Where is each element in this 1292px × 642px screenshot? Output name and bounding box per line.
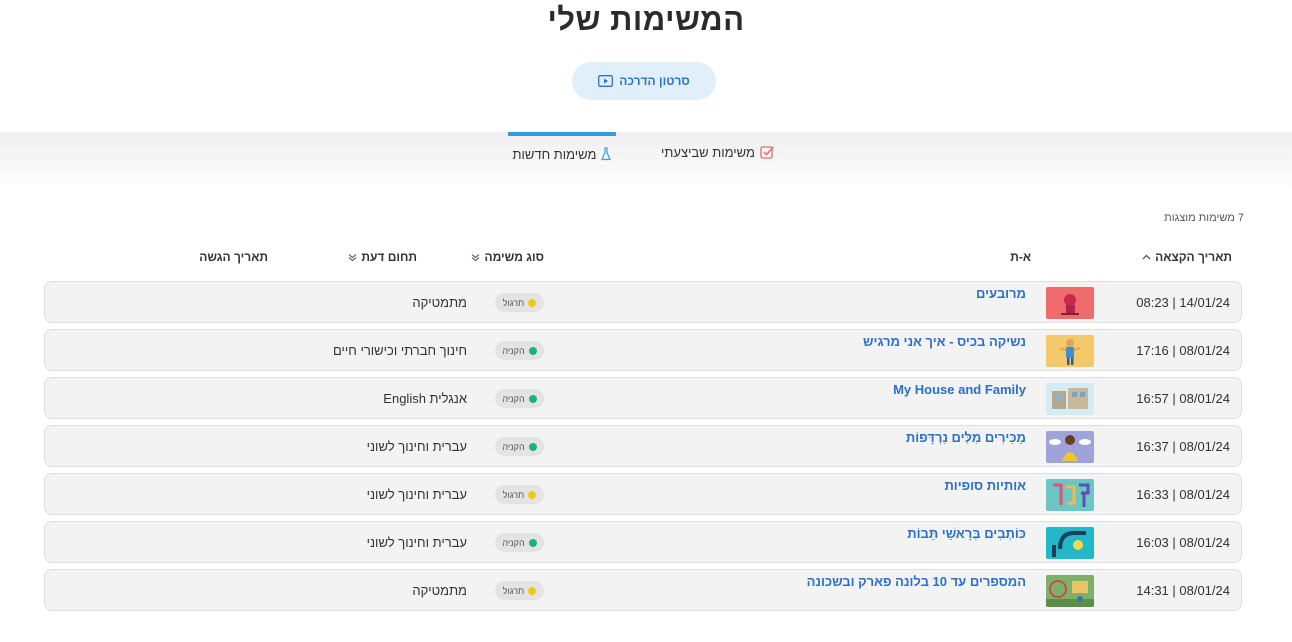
play-video-icon [598, 75, 614, 87]
status-dot [528, 490, 537, 499]
header-assign-date-label: תאריך הקצאה [1155, 250, 1232, 264]
task-type-label: תרגול [502, 585, 525, 596]
tab-completed-tasks[interactable]: משימות שביצעתי [660, 132, 776, 172]
task-type-label: תרגול [502, 297, 525, 308]
status-dot [528, 586, 537, 595]
status-dot [528, 346, 537, 355]
status-dot [528, 298, 537, 307]
header-task-type-label: סוג משימה [484, 250, 544, 264]
task-row[interactable]: 08:23 | 14/01/24 מרובעים תרגול מתמטיקה [44, 281, 1242, 323]
task-row[interactable]: 16:37 | 08/01/24 מַכִּירִים מִלִּים נִרְ… [44, 425, 1242, 467]
assign-date: 16:57 | 08/01/24 [1136, 391, 1230, 406]
task-thumbnail [1046, 431, 1094, 463]
task-type-badge: תרגול [495, 485, 544, 504]
task-type-badge: הקניה [495, 341, 544, 360]
chevron-up-icon [1142, 254, 1151, 260]
task-type-label: הקניה [502, 345, 525, 356]
task-subject: חינוך חברתי וכישורי חיים [332, 343, 467, 358]
task-type-label: הקניה [502, 441, 525, 452]
task-type-badge: תרגול [495, 293, 544, 312]
header-subject-label: תחום דעת [361, 250, 417, 264]
task-thumbnail [1046, 527, 1094, 559]
chevron-double-down-icon [348, 253, 357, 262]
task-name-link[interactable]: כּוֹתְבִים בְּרָאשֵׁי תֵּבוֹת [907, 526, 1026, 541]
task-type-label: הקניה [502, 393, 525, 404]
task-name-link[interactable]: המספרים עד 10 בלונה פארק ובשכונה [807, 574, 1026, 589]
task-thumbnail [1046, 383, 1094, 415]
header-task-type[interactable]: סוג משימה [471, 250, 544, 264]
task-name-link[interactable]: מַכִּירִים מִלִּים נִרְדָּפוֹת [906, 430, 1026, 445]
tutorial-video-button[interactable]: סרטון הדרכה [572, 62, 716, 100]
assign-date: 08:23 | 14/01/24 [1136, 295, 1230, 310]
page: המשימות שלי סרטון הדרכה משימות חדשות משי… [0, 0, 1292, 642]
header-submit-date-label: תאריך הגשה [199, 250, 268, 264]
header-assign-date[interactable]: תאריך הקצאה [1142, 250, 1232, 264]
task-subject: אנגלית English [383, 391, 467, 406]
checkbox-icon [760, 145, 775, 160]
header-subject[interactable]: תחום דעת [348, 250, 417, 264]
task-row[interactable]: 16:03 | 08/01/24 כּוֹתְבִים בְּרָאשֵׁי ת… [44, 521, 1242, 563]
assign-date: 16:37 | 08/01/24 [1136, 439, 1230, 454]
assign-date: 17:16 | 08/01/24 [1136, 343, 1230, 358]
assign-date: 16:03 | 08/01/24 [1136, 535, 1230, 550]
task-type-badge: תרגול [495, 581, 544, 600]
task-subject: מתמטיקה [412, 583, 467, 598]
task-row[interactable]: 17:16 | 08/01/24 נשיקה בכיס - איך אני מר… [44, 329, 1242, 371]
task-subject: עברית וחינוך לשוני [366, 535, 467, 550]
task-row[interactable]: 16:57 | 08/01/24 My House and Family הקנ… [44, 377, 1242, 419]
task-name-link[interactable]: נשיקה בכיס - איך אני מרגיש [863, 334, 1026, 349]
task-row[interactable]: 16:33 | 08/01/24 אותיות סופיות תרגול עבר… [44, 473, 1242, 515]
assign-date: 16:33 | 08/01/24 [1136, 487, 1230, 502]
task-type-badge: הקניה [495, 389, 544, 408]
task-name-link[interactable]: מרובעים [976, 286, 1026, 301]
chevron-double-down-icon [471, 253, 480, 262]
task-thumbnail [1046, 575, 1094, 607]
status-dot [528, 538, 537, 547]
task-subject: עברית וחינוך לשוני [366, 439, 467, 454]
task-subject: מתמטיקה [412, 295, 467, 310]
header-name-label: א-ת [1010, 250, 1031, 264]
task-thumbnail [1046, 335, 1094, 367]
tab-new-tasks-label: משימות חדשות [512, 146, 597, 162]
assign-date: 14:31 | 08/01/24 [1136, 583, 1230, 598]
header-name[interactable]: א-ת [1010, 250, 1031, 264]
status-dot [528, 394, 537, 403]
task-row[interactable]: 14:31 | 08/01/24 המספרים עד 10 בלונה פאר… [44, 569, 1242, 611]
task-name-link[interactable]: אותיות סופיות [944, 478, 1026, 493]
task-thumbnail [1046, 479, 1094, 511]
page-title: המשימות שלי [547, 2, 745, 37]
task-type-badge: הקניה [495, 533, 544, 552]
task-thumbnail [1046, 287, 1094, 319]
header-submit-date[interactable]: תאריך הגשה [199, 250, 268, 264]
task-type-label: תרגול [502, 489, 525, 500]
tabs-bar: משימות חדשות משימות שביצעתי [0, 132, 1292, 190]
flask-icon [601, 147, 612, 161]
tab-new-tasks[interactable]: משימות חדשות [508, 132, 616, 172]
tab-completed-tasks-label: משימות שביצעתי [661, 144, 755, 160]
task-type-badge: הקניה [495, 437, 544, 456]
tutorial-label: סרטון הדרכה [619, 74, 690, 88]
status-dot [528, 442, 537, 451]
task-subject: עברית וחינוך לשוני [366, 487, 467, 502]
task-count: 7 משימות מוצגות [1164, 212, 1244, 224]
task-name-link[interactable]: My House and Family [893, 382, 1026, 397]
task-type-label: הקניה [502, 537, 525, 548]
